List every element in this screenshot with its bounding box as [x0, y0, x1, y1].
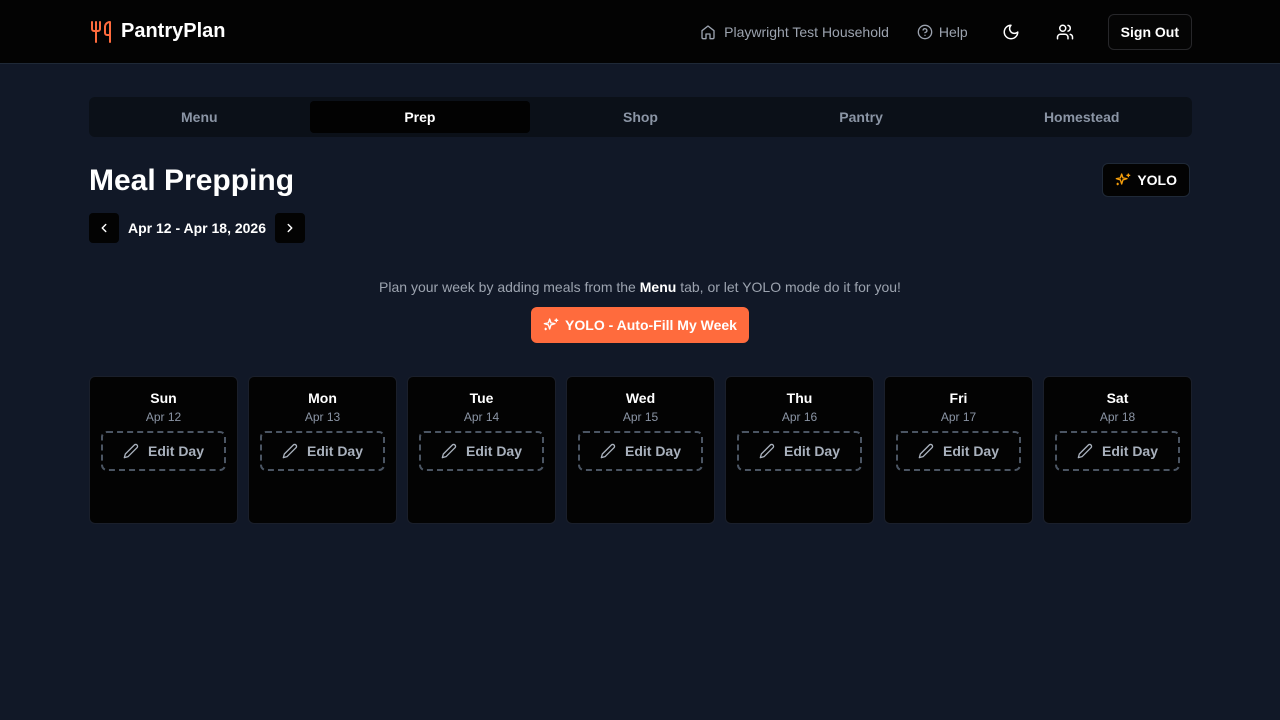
tab-prep[interactable]: Prep: [309, 101, 531, 133]
header-actions: Playwright Test Household Help Sign Out: [700, 13, 1192, 50]
utensils-icon: [89, 20, 113, 44]
pencil-icon: [1077, 443, 1093, 459]
edit-day-button[interactable]: Edit Day: [578, 431, 703, 471]
help-label: Help: [938, 23, 968, 40]
week-range: Apr 12 - Apr 18, 2026: [128, 220, 266, 236]
edit-day-button[interactable]: Edit Day: [896, 431, 1021, 471]
tab-homestead[interactable]: Homestead: [971, 101, 1192, 133]
day-card-sun: Sun Apr 12 Edit Day: [89, 376, 238, 524]
hint-text-before: Plan your week by adding meals from the: [379, 279, 640, 295]
top-navbar: PantryPlan Playwright Test Household Hel…: [0, 0, 1280, 64]
edit-day-label: Edit Day: [942, 443, 999, 459]
day-card-tue: Tue Apr 14 Edit Day: [407, 376, 556, 524]
day-name: Fri: [949, 390, 968, 406]
profile-button[interactable]: [1054, 21, 1076, 43]
yolo-button[interactable]: YOLO: [1102, 163, 1190, 197]
edit-day-button[interactable]: Edit Day: [737, 431, 862, 471]
edit-day-label: Edit Day: [1101, 443, 1158, 459]
tab-pantry[interactable]: Pantry: [751, 101, 972, 133]
autofill-label: YOLO - Auto-Fill My Week: [565, 317, 737, 333]
household-name: Playwright Test Household: [724, 23, 889, 40]
day-card-thu: Thu Apr 16 Edit Day: [725, 376, 874, 524]
next-week-button[interactable]: [275, 213, 305, 243]
edit-day-button[interactable]: Edit Day: [419, 431, 544, 471]
yolo-autofill-button[interactable]: YOLO - Auto-Fill My Week: [531, 307, 749, 343]
autofill-wrapper: YOLO - Auto-Fill My Week: [89, 307, 1191, 343]
edit-day-button[interactable]: Edit Day: [101, 431, 226, 471]
pencil-icon: [441, 443, 457, 459]
chevron-left-icon: [97, 221, 111, 235]
week-day-grid: Sun Apr 12 Edit Day Mon Apr 13 Edit Day …: [89, 376, 1192, 524]
day-date: Apr 17: [940, 410, 977, 424]
edit-day-button[interactable]: Edit Day: [1055, 431, 1180, 471]
help-link[interactable]: Help: [917, 24, 968, 40]
tab-menu[interactable]: Menu: [89, 101, 310, 133]
brand-name: PantryPlan: [121, 20, 226, 42]
sign-out-button[interactable]: Sign Out: [1107, 13, 1192, 50]
previous-week-button[interactable]: [89, 213, 119, 243]
day-date: Apr 15: [622, 410, 659, 424]
day-card-wed: Wed Apr 15 Edit Day: [566, 376, 715, 524]
hint-text-after: tab, or let YOLO mode do it for you!: [676, 279, 901, 295]
pencil-icon: [282, 443, 298, 459]
theme-toggle-button[interactable]: [1000, 21, 1022, 43]
users-icon: [1056, 23, 1074, 41]
empty-week-hint: Plan your week by adding meals from the …: [89, 279, 1191, 295]
yolo-label: YOLO: [1137, 172, 1177, 188]
home-icon: [700, 24, 716, 40]
page-header: Meal Prepping YOLO: [89, 163, 1191, 199]
sparkles-icon: [543, 317, 559, 333]
pencil-icon: [123, 443, 139, 459]
sparkles-icon: [1115, 172, 1131, 188]
edit-day-label: Edit Day: [465, 443, 522, 459]
pencil-icon: [600, 443, 616, 459]
day-card-mon: Mon Apr 13 Edit Day: [248, 376, 397, 524]
household-switcher[interactable]: Playwright Test Household: [700, 24, 889, 40]
help-circle-icon: [917, 24, 933, 40]
main-content: Menu Prep Shop Pantry Homestead Meal Pre…: [0, 64, 1280, 524]
day-name: Mon: [308, 390, 337, 406]
day-name: Sun: [150, 390, 177, 406]
week-navigator: Apr 12 - Apr 18, 2026: [89, 213, 1191, 243]
tab-shop[interactable]: Shop: [530, 101, 751, 133]
edit-day-button[interactable]: Edit Day: [260, 431, 385, 471]
pencil-icon: [918, 443, 934, 459]
edit-day-label: Edit Day: [783, 443, 840, 459]
day-date: Apr 18: [1099, 410, 1136, 424]
section-tabs: Menu Prep Shop Pantry Homestead: [89, 97, 1192, 137]
moon-icon: [1002, 23, 1020, 41]
day-name: Thu: [786, 390, 813, 406]
edit-day-label: Edit Day: [306, 443, 363, 459]
day-name: Wed: [625, 390, 656, 406]
day-card-fri: Fri Apr 17 Edit Day: [884, 376, 1033, 524]
edit-day-label: Edit Day: [624, 443, 681, 459]
brand[interactable]: PantryPlan: [89, 20, 225, 44]
page-title: Meal Prepping: [89, 164, 295, 197]
day-date: Apr 13: [304, 410, 341, 424]
edit-day-label: Edit Day: [147, 443, 204, 459]
hint-menu-link: Menu: [639, 279, 677, 295]
day-date: Apr 14: [463, 410, 500, 424]
day-card-sat: Sat Apr 18 Edit Day: [1043, 376, 1192, 524]
day-name: Tue: [469, 390, 494, 406]
chevron-right-icon: [283, 221, 297, 235]
day-date: Apr 16: [781, 410, 818, 424]
day-name: Sat: [1106, 390, 1129, 406]
pencil-icon: [759, 443, 775, 459]
day-date: Apr 12: [145, 410, 182, 424]
